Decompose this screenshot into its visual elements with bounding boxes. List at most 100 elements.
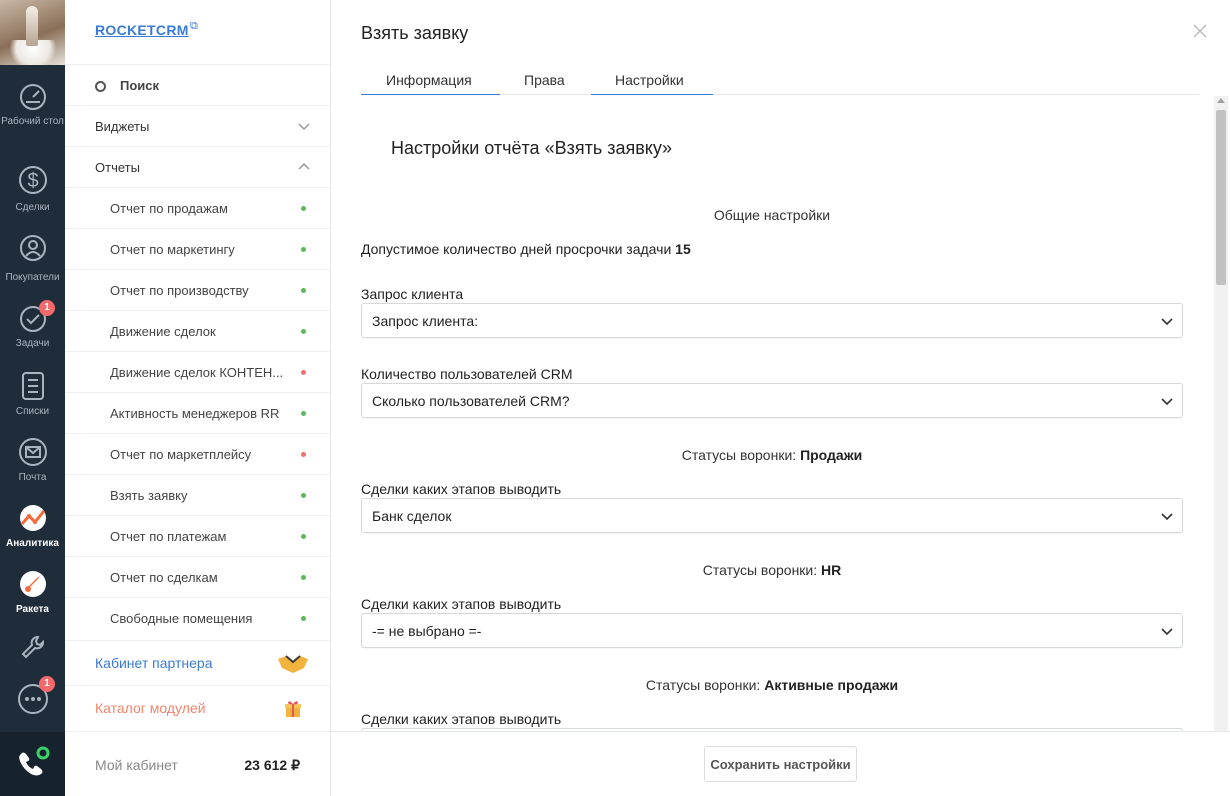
report-list-item[interactable]: Активность менеджеров RR [65, 392, 330, 433]
rail-item-lists[interactable]: Списки [0, 370, 65, 418]
funnel-stages-label: Сделки каких этапов выводить [361, 596, 562, 612]
funnel-name: Продажи [800, 447, 863, 463]
menu-item-label: Виджеты [95, 119, 150, 134]
mail-icon [18, 438, 47, 466]
rail-item-deals[interactable]: $ Сделки [0, 162, 65, 214]
funnel-stages-label: Сделки каких этапов выводить [361, 711, 562, 727]
list-icon [21, 372, 44, 400]
status-dot [301, 616, 306, 621]
rail-item-mail[interactable]: Почта [0, 436, 65, 484]
overdue-days-text: Допустимое количество дней просрочки зад… [361, 241, 691, 257]
report-list-item[interactable]: Отчет по маркетингу [65, 228, 330, 269]
report-list-item-label: Свободные помещения [110, 611, 253, 626]
report-list-item[interactable]: Свободные помещения [65, 597, 330, 638]
content-scrollbar-thumb[interactable] [1216, 110, 1226, 285]
tasks-badge: 1 [39, 300, 55, 316]
avatar-rocket [26, 6, 38, 46]
rail-label: Почта [18, 472, 47, 483]
chevron-down-icon [298, 123, 310, 131]
sales-stages-select[interactable]: Банк сделок [361, 498, 1183, 533]
close-icon[interactable] [1193, 24, 1207, 38]
wrench-icon [21, 636, 44, 659]
search-label: Поиск [120, 78, 160, 93]
status-dot [301, 575, 306, 580]
tab-information[interactable]: Информация [361, 72, 500, 95]
chevron-down-icon [1161, 513, 1173, 521]
rail-item-analytics[interactable]: Аналитика [0, 502, 65, 550]
chevron-down-icon [1161, 628, 1173, 636]
funnel-heading-hr: Статусы воронки: HR [361, 562, 1183, 578]
report-list-item-label: Отчет по производству [110, 283, 249, 298]
rail-item-chat[interactable]: 1 [0, 676, 65, 720]
report-list-item[interactable]: Взять заявку [65, 474, 330, 515]
status-dot [301, 534, 306, 539]
funnel-stages-label: Сделки каких этапов выводить [361, 481, 562, 497]
funnel-prefix: Статусы воронки: [645, 677, 761, 693]
phone-button[interactable] [0, 732, 65, 796]
rail-label: Рабочий стол [1, 116, 64, 127]
overdue-days-label: Допустимое количество дней просрочки зад… [361, 241, 672, 257]
report-list-item[interactable]: Отчет по сделкам [65, 556, 330, 597]
status-dot [301, 493, 306, 498]
hr-stages-select[interactable]: -= не выбрано =- [361, 613, 1183, 648]
left-rail: Рабочий стол $ Сделки Покупатели 1 Задач… [0, 0, 65, 796]
menu-item-label: Отчеты [95, 160, 140, 175]
crm-users-label: Количество пользователей CRM [361, 366, 573, 382]
funnel-name: Активные продажи [764, 677, 899, 693]
user-avatar[interactable] [0, 0, 65, 65]
report-settings-title: Настройки отчёта «Взять заявку» [391, 138, 673, 158]
handshake-icon [278, 655, 308, 673]
menu-item-reports[interactable]: Отчеты [65, 146, 330, 187]
report-list-item-label: Движение сделок [110, 324, 216, 339]
status-dot [301, 288, 306, 293]
balance-amount: 23 612 ₽ [244, 757, 300, 773]
rail-label: Аналитика [6, 538, 59, 549]
gift-icon [285, 701, 301, 717]
funnel-prefix: Статусы воронки: [681, 447, 797, 463]
external-link-icon[interactable]: ⧉ [190, 20, 198, 33]
report-list-item[interactable]: Отчет по продажам [65, 187, 330, 228]
report-list-item[interactable]: Движение сделок [65, 310, 330, 351]
chevron-down-icon [1161, 398, 1173, 406]
customers-icon [19, 235, 46, 261]
brand-link[interactable]: ROCKETCRM [95, 22, 189, 38]
search-icon [95, 81, 106, 92]
rail-item-tasks[interactable]: 1 Задачи [0, 300, 65, 350]
report-list-item[interactable]: Отчет по маркетплейсу [65, 433, 330, 474]
module-catalog-label: Каталог модулей [95, 700, 206, 716]
module-catalog-link[interactable]: Каталог модулей [65, 685, 330, 730]
rail-label: Сделки [15, 202, 50, 213]
tab-rights[interactable]: Права [524, 72, 565, 95]
select-value: Сколько пользователей CRM? [372, 393, 570, 409]
search-row[interactable]: Поиск [65, 64, 330, 105]
tab-bar: Информация Права Настройки [361, 70, 1199, 95]
save-settings-button[interactable]: Сохранить настройки [704, 746, 857, 782]
rail-item-tools[interactable] [0, 632, 65, 666]
dollar-icon: $ [18, 166, 47, 194]
scroll-up-arrow-icon[interactable] [1217, 98, 1225, 103]
my-cabinet-row[interactable]: Мой кабинет 23 612 ₽ [65, 731, 330, 796]
report-list-item-label: Отчет по платежам [110, 529, 227, 544]
report-list-item[interactable]: Движение сделок КОНТЕН... [65, 351, 330, 392]
rail-item-rocket[interactable]: Ракета [0, 568, 65, 616]
status-dot [301, 370, 306, 375]
rail-item-customers[interactable]: Покупатели [0, 232, 65, 284]
report-list-item-label: Активность менеджеров RR [110, 406, 280, 421]
partner-cabinet-link[interactable]: Кабинет партнера [65, 640, 330, 685]
rail-item-dashboard[interactable]: Рабочий стол [0, 82, 65, 128]
report-list-item-label: Движение сделок КОНТЕН... [110, 365, 284, 380]
rocket-icon [19, 571, 46, 597]
client-request-select[interactable]: Запрос клиента: [361, 303, 1183, 338]
svg-text:$: $ [27, 170, 38, 192]
status-dot [301, 329, 306, 334]
panel-title: Взять заявку [361, 23, 469, 43]
chevron-down-icon [1161, 318, 1173, 326]
crm-users-select[interactable]: Сколько пользователей CRM? [361, 383, 1183, 418]
select-value: Запрос клиента: [372, 313, 479, 329]
menu-item-widgets[interactable]: Виджеты [65, 105, 330, 146]
report-list-item[interactable]: Отчет по производству [65, 269, 330, 310]
tab-settings[interactable]: Настройки [591, 72, 713, 95]
report-list-item[interactable]: Отчет по платежам [65, 515, 330, 556]
status-dot [301, 411, 306, 416]
phone-icon [19, 746, 50, 776]
